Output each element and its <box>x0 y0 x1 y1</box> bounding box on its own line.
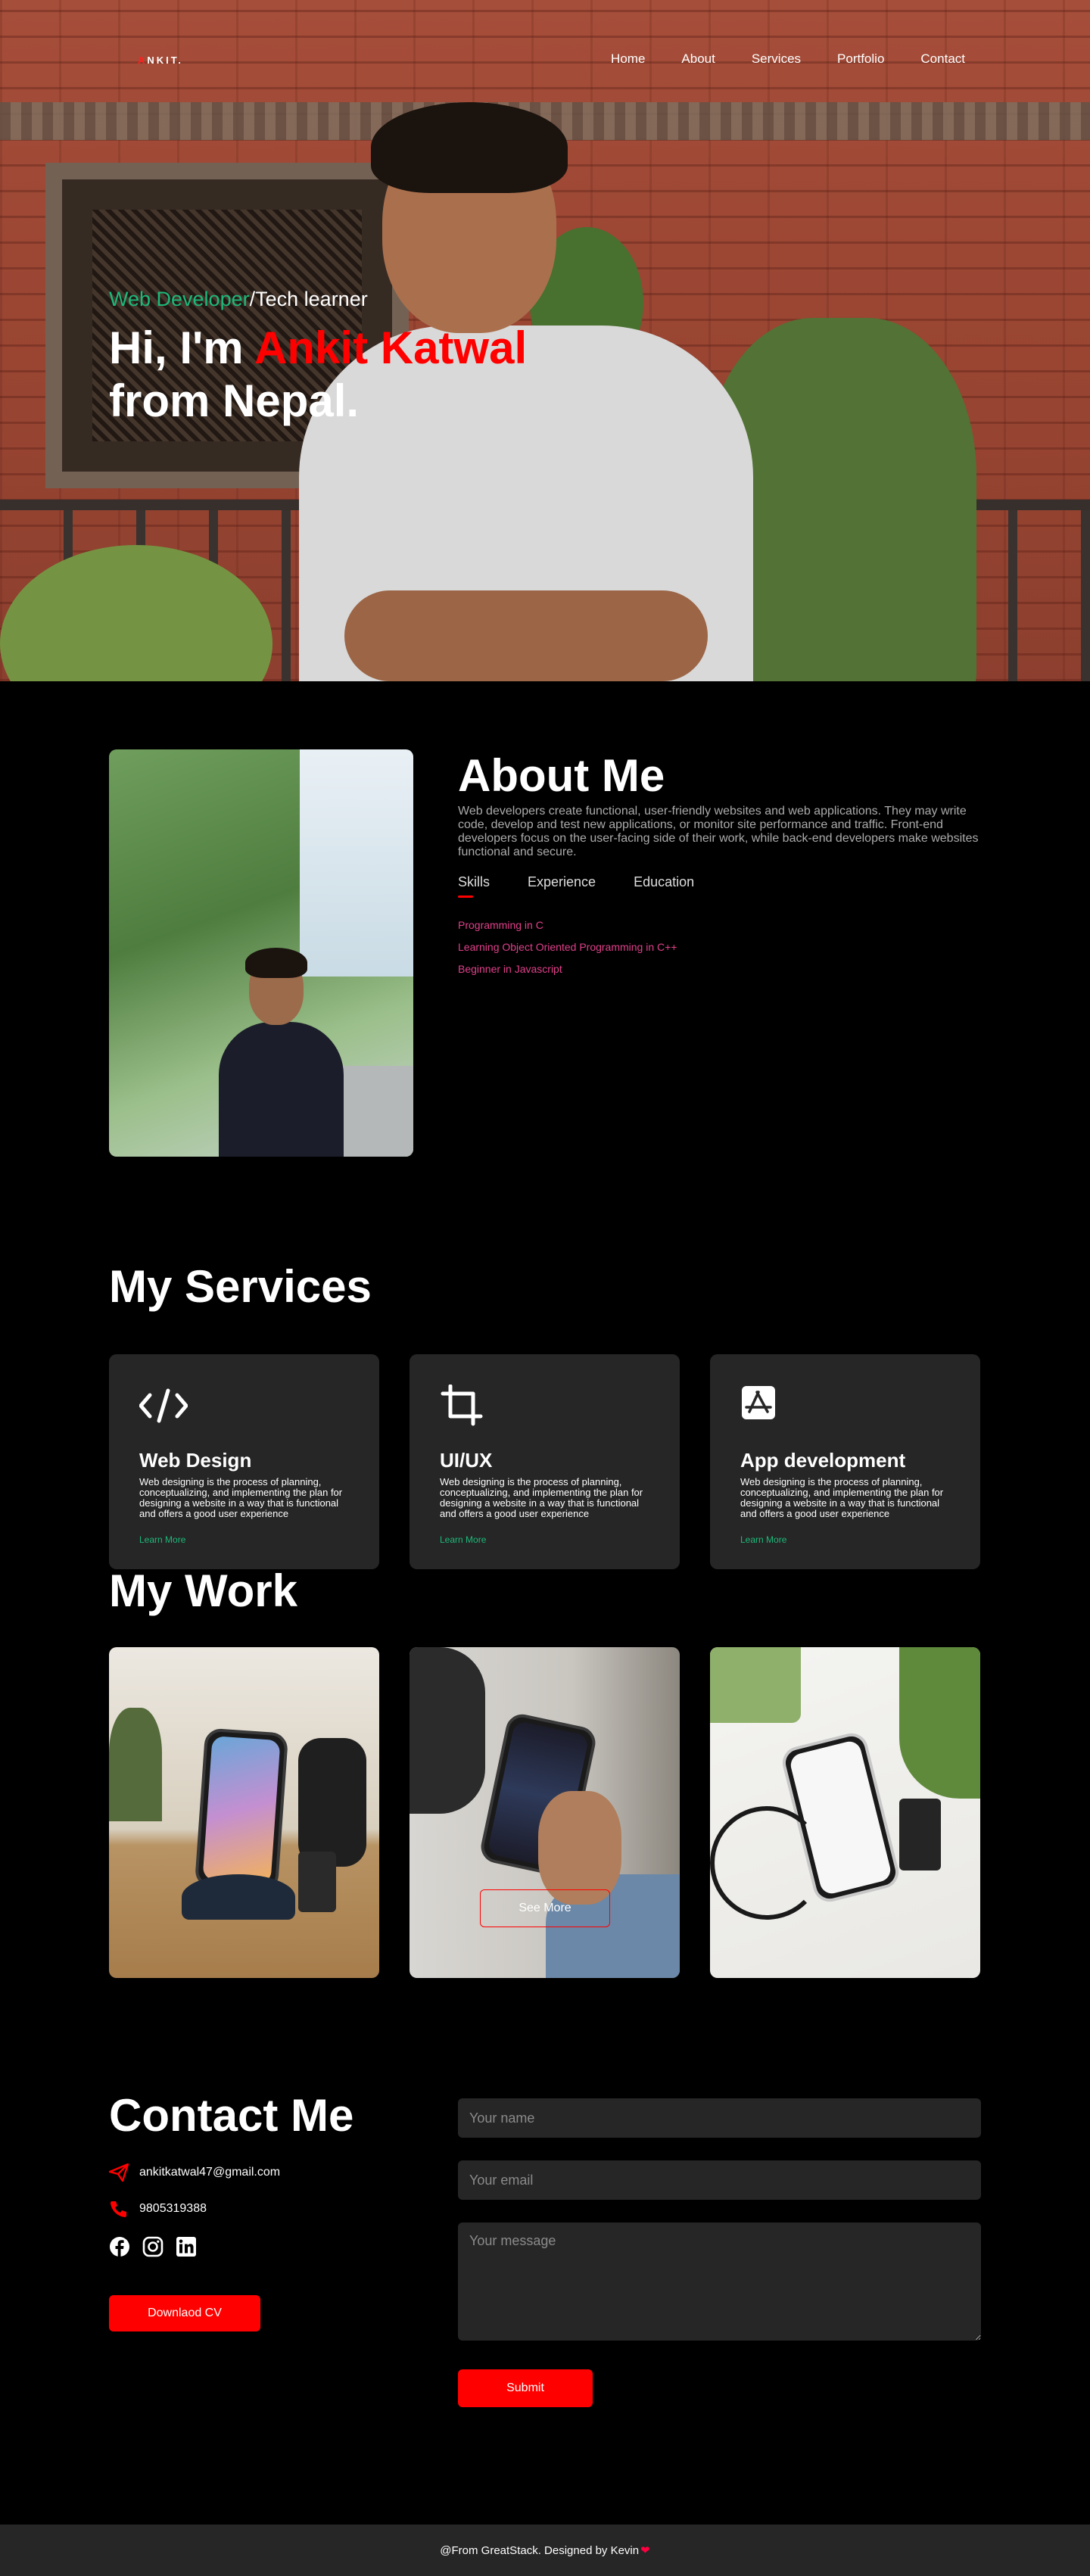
footer-text: @From GreatStack. Designed by Kevin <box>440 2543 640 2557</box>
top-nav: ANKIT. Home About Services Portfolio Con… <box>0 51 1090 70</box>
nav-links: Home About Services Portfolio Contact <box>611 51 965 67</box>
hero-role-primary: Web Developer <box>109 288 250 310</box>
skill-item: Learning Object Oriented Programming in … <box>458 941 677 953</box>
social-links <box>109 2236 353 2257</box>
code-icon <box>139 1388 188 1423</box>
hero-role-separator: / <box>249 288 256 310</box>
nav-link-contact[interactable]: Contact <box>920 51 965 67</box>
see-more-button[interactable]: See More <box>480 1889 610 1927</box>
skills-list: Programming in C Learning Object Oriente… <box>458 919 980 975</box>
crop-icon <box>441 1384 483 1426</box>
name-field[interactable] <box>458 2098 981 2138</box>
contact-email-row: ankitkatwal47@gmail.com <box>109 2163 353 2182</box>
logo-rest: NKIT. <box>147 55 183 66</box>
footer: @From GreatStack. Designed by Kevin ❤ <box>0 2525 1090 2576</box>
skill-item: Beginner in Javascript <box>458 963 562 975</box>
service-card-description: Web designing is the process of planning… <box>440 1476 643 1519</box>
about-content: About Me Web developers create functiona… <box>458 749 980 985</box>
submit-button[interactable]: Submit <box>458 2369 593 2407</box>
service-card-description: Web designing is the process of planning… <box>740 1476 944 1519</box>
contact-info: Contact Me ankitkatwal47@gmail.com 98053… <box>109 2089 353 2331</box>
about-title: About Me <box>458 750 665 801</box>
heart-icon: ❤ <box>640 2544 650 2557</box>
about-section: About Me Web developers create functiona… <box>0 681 1090 1219</box>
facebook-icon[interactable] <box>109 2236 130 2257</box>
service-card-title: Web Design <box>139 1449 252 1472</box>
logo[interactable]: ANKIT. <box>138 55 183 66</box>
services-title: My Services <box>109 1261 372 1312</box>
work-item[interactable] <box>109 1647 379 1978</box>
email-field[interactable] <box>458 2160 981 2200</box>
work-section: My Work See More <box>0 1525 1090 2089</box>
contact-section: Contact Me ankitkatwal47@gmail.com 98053… <box>0 2089 1090 2493</box>
hero-section: ANKIT. Home About Services Portfolio Con… <box>0 0 1090 681</box>
nav-link-about[interactable]: About <box>681 51 715 67</box>
tab-skills[interactable]: Skills <box>458 874 490 898</box>
download-cv-button[interactable]: Downlaod CV <box>109 2295 260 2331</box>
hero-heading: Hi, I'm Ankit Katwal from Nepal. <box>109 322 527 428</box>
contact-title: Contact Me <box>109 2090 354 2141</box>
contact-phone-row: 9805319388 <box>109 2200 353 2218</box>
logo-initial: A <box>138 55 148 66</box>
services-section: My Services Web Design Web designing is … <box>0 1219 1090 1569</box>
hero-text: Web Developer/Tech learner Hi, I'm Ankit… <box>109 288 527 428</box>
tab-experience[interactable]: Experience <box>528 874 596 898</box>
work-grid <box>109 1647 981 1978</box>
contact-email[interactable]: ankitkatwal47@gmail.com <box>139 2166 280 2179</box>
message-field[interactable] <box>458 2222 981 2341</box>
nav-link-services[interactable]: Services <box>752 51 801 67</box>
nav-link-home[interactable]: Home <box>611 51 645 67</box>
app-store-icon <box>742 1386 775 1419</box>
work-item[interactable] <box>410 1647 680 1978</box>
paper-plane-icon <box>109 2163 129 2182</box>
work-item[interactable] <box>710 1647 980 1978</box>
hero-role: Web Developer/Tech learner <box>109 288 527 311</box>
about-tabs: Skills Experience Education <box>458 874 980 898</box>
tab-education[interactable]: Education <box>634 874 694 898</box>
service-card-title: UI/UX <box>440 1449 493 1472</box>
service-card-description: Web designing is the process of planning… <box>139 1476 343 1519</box>
about-photo <box>109 749 413 1157</box>
skill-item: Programming in C <box>458 919 543 931</box>
work-title: My Work <box>109 1565 297 1616</box>
hero-name: Ankit Katwal <box>254 322 528 373</box>
linkedin-icon[interactable] <box>176 2236 197 2257</box>
hero-greeting: Hi, I'm <box>109 322 255 373</box>
service-card-title: App development <box>740 1449 906 1472</box>
hero-location: from Nepal. <box>109 375 360 426</box>
about-description: Web developers create functional, user-f… <box>458 805 979 858</box>
contact-phone[interactable]: 9805319388 <box>139 2202 207 2216</box>
hero-role-secondary: Tech learner <box>255 288 368 310</box>
nav-link-portfolio[interactable]: Portfolio <box>837 51 884 67</box>
phone-icon <box>111 2201 126 2217</box>
contact-form: Submit <box>458 2098 981 2407</box>
instagram-icon[interactable] <box>142 2236 164 2257</box>
